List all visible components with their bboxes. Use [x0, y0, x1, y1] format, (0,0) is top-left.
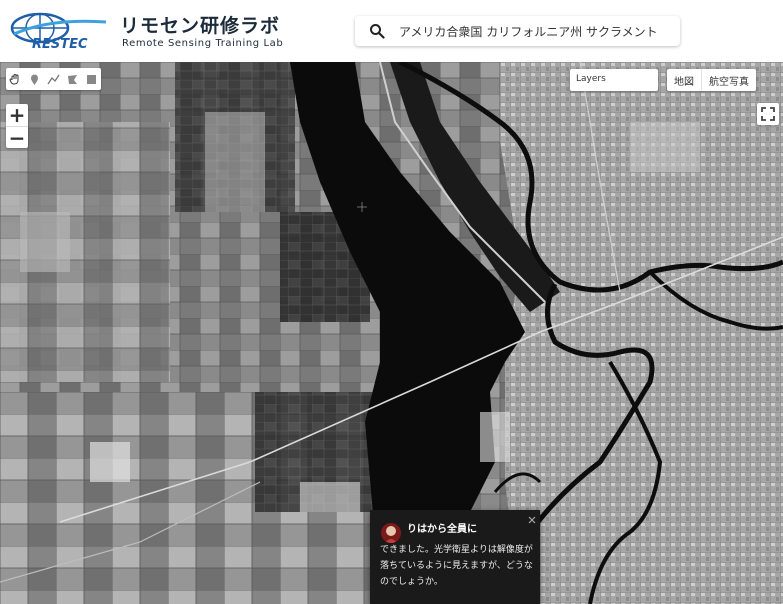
header: RESTEC リモセン研修ラボ Remote Sensing Training … — [0, 0, 783, 62]
app-root: RESTEC リモセン研修ラボ Remote Sensing Training … — [0, 0, 783, 604]
logo-subtitle: Remote Sensing Training Lab — [122, 38, 284, 49]
pan-hand-icon[interactable] — [6, 68, 25, 90]
logo-title: リモセン研修ラボ — [120, 15, 281, 37]
map-type-map-button[interactable]: 地図 — [667, 69, 701, 91]
fullscreen-button[interactable] — [757, 103, 779, 125]
close-icon[interactable] — [527, 515, 537, 525]
zoom-in-button[interactable]: + — [6, 104, 28, 126]
marker-icon[interactable] — [25, 68, 44, 90]
polygon-icon[interactable] — [63, 68, 82, 90]
globe-logo-icon: RESTEC — [10, 12, 107, 52]
map-type-control: 地図 航空写真 — [667, 69, 756, 91]
restec-logo[interactable]: RESTEC リモセン研修ラボ Remote Sensing Training … — [10, 10, 283, 52]
search-icon[interactable] — [369, 23, 385, 39]
polyline-icon[interactable] — [44, 68, 63, 90]
search-box[interactable]: アメリカ合衆国 カリフォルニア州 サクラメント — [355, 16, 680, 46]
avatar — [381, 523, 401, 543]
rectangle-icon[interactable] — [82, 68, 101, 90]
fullscreen-icon — [761, 107, 775, 121]
zoom-control: + − — [6, 104, 28, 148]
map-type-satellite-button[interactable]: 航空写真 — [701, 69, 756, 91]
map-view[interactable]: + − Layers 地図 航空写真 りはから全員に できました。光学衛星よりは… — [0, 62, 783, 604]
zoom-out-button[interactable]: − — [6, 126, 28, 148]
logo-mark: RESTEC — [32, 37, 88, 52]
search-input[interactable]: アメリカ合衆国 カリフォルニア州 サクラメント — [399, 23, 658, 40]
popup-message: できました。光学衛星よりは解像度が落ちているように見えますが、どうなのでしょうか… — [380, 545, 533, 587]
layers-control[interactable]: Layers — [570, 69, 658, 91]
popup-title: りはから全員に — [407, 524, 477, 535]
layers-label: Layers — [576, 74, 606, 84]
draw-toolbar — [6, 68, 101, 90]
chat-popup: りはから全員に できました。光学衛星よりは解像度が落ちているように見えますが、ど… — [370, 510, 540, 604]
